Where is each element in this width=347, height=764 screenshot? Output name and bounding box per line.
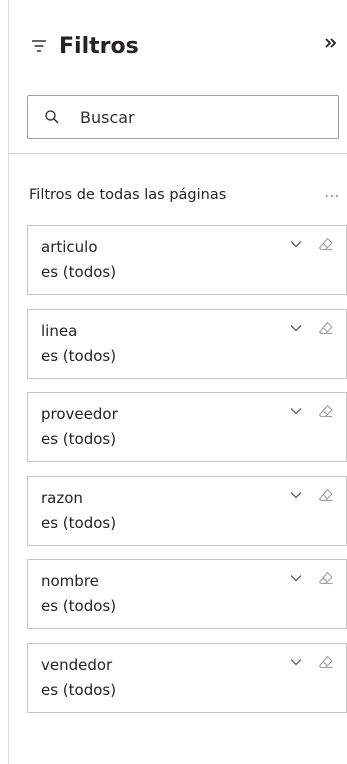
chevron-down-icon[interactable] xyxy=(290,491,302,499)
double-chevron-right-icon xyxy=(325,38,337,48)
chevron-down-icon[interactable] xyxy=(290,324,302,332)
filter-field-name: nombre xyxy=(41,572,99,590)
filter-icon xyxy=(32,40,46,52)
header-title-group: Filtros xyxy=(31,26,139,66)
header-divider xyxy=(9,153,347,154)
chevron-down-icon[interactable] xyxy=(290,574,302,582)
search-box[interactable] xyxy=(27,95,339,139)
filter-value: es (todos) xyxy=(41,430,117,448)
more-options-button[interactable]: ... xyxy=(325,186,340,201)
filter-field-name: vendedor xyxy=(41,655,113,674)
filter-value: es (todos) xyxy=(41,680,117,699)
eraser-icon[interactable] xyxy=(318,403,334,419)
filters-pane: Filtros Filtros de todas las páginas ...… xyxy=(8,0,347,764)
eraser-icon[interactable] xyxy=(318,570,334,586)
search-icon xyxy=(45,110,59,124)
filter-card[interactable]: proveedor es (todos) xyxy=(27,392,347,462)
filters-header: Filtros xyxy=(9,0,347,90)
collapse-pane-button[interactable] xyxy=(324,34,338,53)
eraser-icon[interactable] xyxy=(318,487,334,503)
chevron-down-icon[interactable] xyxy=(290,658,302,666)
chevron-down-icon[interactable] xyxy=(290,240,302,248)
search-input[interactable] xyxy=(78,106,302,128)
filter-value: es (todos) xyxy=(41,263,117,281)
filter-field-name: articulo xyxy=(41,238,98,256)
pane-title: Filtros xyxy=(59,33,139,59)
filter-card[interactable]: razon es (todos) xyxy=(27,475,347,546)
filter-field-name: linea xyxy=(41,321,78,340)
filter-field-name: razon xyxy=(41,488,83,507)
filter-value: es (todos) xyxy=(41,597,117,615)
left-edge xyxy=(0,0,8,764)
chevron-down-icon[interactable] xyxy=(290,407,302,415)
all-pages-section-header: Filtros de todas las páginas ... xyxy=(9,186,347,210)
eraser-icon[interactable] xyxy=(318,236,334,252)
section-title: Filtros de todas las páginas xyxy=(29,187,227,203)
filter-value: es (todos) xyxy=(41,513,117,532)
filter-card[interactable]: nombre es (todos) xyxy=(27,559,347,629)
filter-card[interactable]: articulo es (todos) xyxy=(27,225,347,295)
filter-card[interactable]: vendedor es (todos) xyxy=(27,642,347,713)
eraser-icon[interactable] xyxy=(318,654,334,670)
filter-card[interactable]: linea es (todos) xyxy=(27,308,347,379)
filter-field-name: proveedor xyxy=(41,405,118,423)
eraser-icon[interactable] xyxy=(318,320,334,336)
filter-value: es (todos) xyxy=(41,346,117,365)
